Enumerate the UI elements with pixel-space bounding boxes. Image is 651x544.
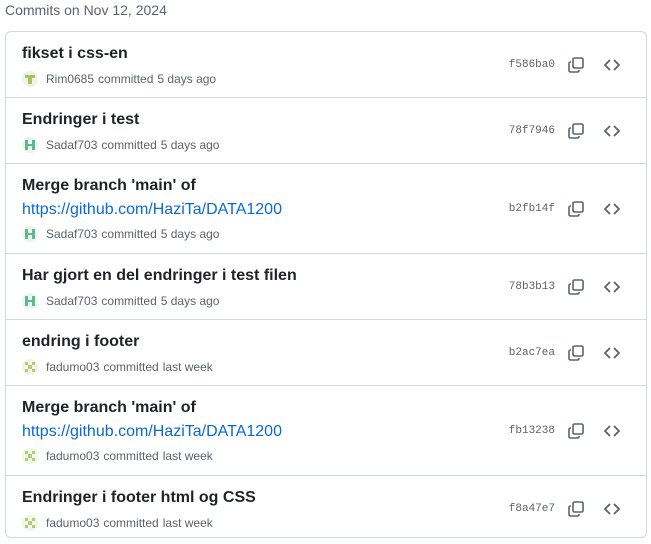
commit-group-header: Commits on Nov 12, 2024 xyxy=(5,2,167,18)
copy-sha-button[interactable] xyxy=(562,495,590,523)
browse-repo-button[interactable] xyxy=(598,339,626,367)
commit-message-link[interactable]: Endringer i test xyxy=(22,108,482,132)
commit-sha-link[interactable]: fb13238 xyxy=(509,423,555,439)
copy-sha-button[interactable] xyxy=(562,273,590,301)
copy-icon xyxy=(568,57,584,73)
copy-sha-button[interactable] xyxy=(562,51,590,79)
avatar[interactable] xyxy=(22,71,38,87)
copy-icon xyxy=(568,201,584,217)
commit-meta: fadumo03 committed last week xyxy=(22,446,213,466)
browse-repo-button[interactable] xyxy=(598,51,626,79)
commit-title[interactable]: Endringer i test xyxy=(22,108,482,132)
commit-action-text: committed xyxy=(103,516,159,530)
avatar[interactable] xyxy=(22,359,38,375)
commit-row: endring i footer fadumo03 committed last… xyxy=(6,320,646,386)
copy-icon xyxy=(568,501,584,517)
code-icon xyxy=(604,203,620,215)
avatar[interactable] xyxy=(22,515,38,531)
commit-meta: fadumo03 committed last week xyxy=(22,357,213,377)
avatar[interactable] xyxy=(22,293,38,309)
copy-icon xyxy=(568,279,584,295)
commit-message-link[interactable]: fikset i css-en xyxy=(22,42,482,66)
commit-title[interactable]: Merge branch 'main' of https://github.co… xyxy=(22,396,482,444)
commit-relative-time[interactable]: last week xyxy=(163,516,213,530)
commit-sha-link[interactable]: 78b3b13 xyxy=(509,279,555,295)
code-icon xyxy=(604,125,620,137)
commit-message-link[interactable]: Merge branch 'main' of xyxy=(22,174,482,198)
browse-repo-button[interactable] xyxy=(598,195,626,223)
copy-icon xyxy=(568,345,584,361)
commit-author-link[interactable]: fadumo03 xyxy=(46,360,99,374)
commit-author-link[interactable]: Sadaf703 xyxy=(46,138,97,152)
commit-action-text: committed xyxy=(103,449,159,463)
commit-sha-link[interactable]: f586ba0 xyxy=(509,57,555,73)
commit-title[interactable]: Endringer i footer html og CSS xyxy=(22,486,482,510)
commit-row: Merge branch 'main' of https://github.co… xyxy=(6,164,646,254)
commit-action-text: committed xyxy=(101,138,157,152)
commit-relative-time[interactable]: 5 days ago xyxy=(157,72,216,86)
commit-row: Endringer i test Sadaf703 committed 5 da… xyxy=(6,98,646,164)
copy-sha-button[interactable] xyxy=(562,417,590,445)
code-icon xyxy=(604,59,620,71)
code-icon xyxy=(604,347,620,359)
commit-sha-link[interactable]: f8a47e7 xyxy=(509,501,555,517)
commit-action-text: committed xyxy=(101,294,157,308)
avatar[interactable] xyxy=(22,226,38,242)
commit-meta: fadumo03 committed last week xyxy=(22,513,213,533)
copy-icon xyxy=(568,123,584,139)
copy-sha-button[interactable] xyxy=(562,195,590,223)
commit-relative-time[interactable]: last week xyxy=(163,449,213,463)
commit-author-link[interactable]: Sadaf703 xyxy=(46,227,97,241)
commit-sha-link[interactable]: b2fb14f xyxy=(509,201,555,217)
commit-message-url-link[interactable]: https://github.com/HaziTa/DATA1200 xyxy=(22,198,482,222)
browse-repo-button[interactable] xyxy=(598,117,626,145)
commit-message-url-link[interactable]: https://github.com/HaziTa/DATA1200 xyxy=(22,420,482,444)
browse-repo-button[interactable] xyxy=(598,417,626,445)
commit-list: fikset i css-en Rim0685 committed 5 days… xyxy=(5,31,647,538)
commit-row: Endringer i footer html og CSS fadumo03 … xyxy=(6,476,646,537)
commit-sha-link[interactable]: 78f7946 xyxy=(509,123,555,139)
commit-message-link[interactable]: endring i footer xyxy=(22,330,482,354)
commit-action-text: committed xyxy=(103,360,159,374)
browse-repo-button[interactable] xyxy=(598,495,626,523)
commit-message-link[interactable]: Endringer i footer html og CSS xyxy=(22,486,482,510)
commit-relative-time[interactable]: 5 days ago xyxy=(161,294,220,308)
commit-title[interactable]: fikset i css-en xyxy=(22,42,482,66)
commit-author-link[interactable]: fadumo03 xyxy=(46,516,99,530)
code-icon xyxy=(604,281,620,293)
avatar[interactable] xyxy=(22,137,38,153)
commit-author-link[interactable]: fadumo03 xyxy=(46,449,99,463)
avatar[interactable] xyxy=(22,448,38,464)
commit-relative-time[interactable]: 5 days ago xyxy=(161,138,220,152)
commit-relative-time[interactable]: last week xyxy=(163,360,213,374)
commit-meta: Sadaf703 committed 5 days ago xyxy=(22,291,219,311)
browse-repo-button[interactable] xyxy=(598,273,626,301)
commit-author-link[interactable]: Sadaf703 xyxy=(46,294,97,308)
copy-sha-button[interactable] xyxy=(562,117,590,145)
commit-title[interactable]: endring i footer xyxy=(22,330,482,354)
commit-message-link[interactable]: Har gjort en del endringer i test filen xyxy=(22,264,482,288)
commit-meta: Sadaf703 committed 5 days ago xyxy=(22,224,219,244)
commit-relative-time[interactable]: 5 days ago xyxy=(161,227,220,241)
commit-action-text: committed xyxy=(101,227,157,241)
commit-title[interactable]: Merge branch 'main' of https://github.co… xyxy=(22,174,482,222)
commit-meta: Rim0685 committed 5 days ago xyxy=(22,69,216,89)
commit-row: Har gjort en del endringer i test filen … xyxy=(6,254,646,320)
commit-row: fikset i css-en Rim0685 committed 5 days… xyxy=(6,32,646,98)
commit-message-link[interactable]: Merge branch 'main' of xyxy=(22,396,482,420)
commit-row: Merge branch 'main' of https://github.co… xyxy=(6,386,646,476)
commit-meta: Sadaf703 committed 5 days ago xyxy=(22,135,219,155)
code-icon xyxy=(604,425,620,437)
commit-title[interactable]: Har gjort en del endringer i test filen xyxy=(22,264,482,288)
commit-action-text: committed xyxy=(98,72,154,86)
commit-sha-link[interactable]: b2ac7ea xyxy=(509,345,555,361)
copy-sha-button[interactable] xyxy=(562,339,590,367)
code-icon xyxy=(604,503,620,515)
copy-icon xyxy=(568,423,584,439)
commit-author-link[interactable]: Rim0685 xyxy=(46,72,94,86)
